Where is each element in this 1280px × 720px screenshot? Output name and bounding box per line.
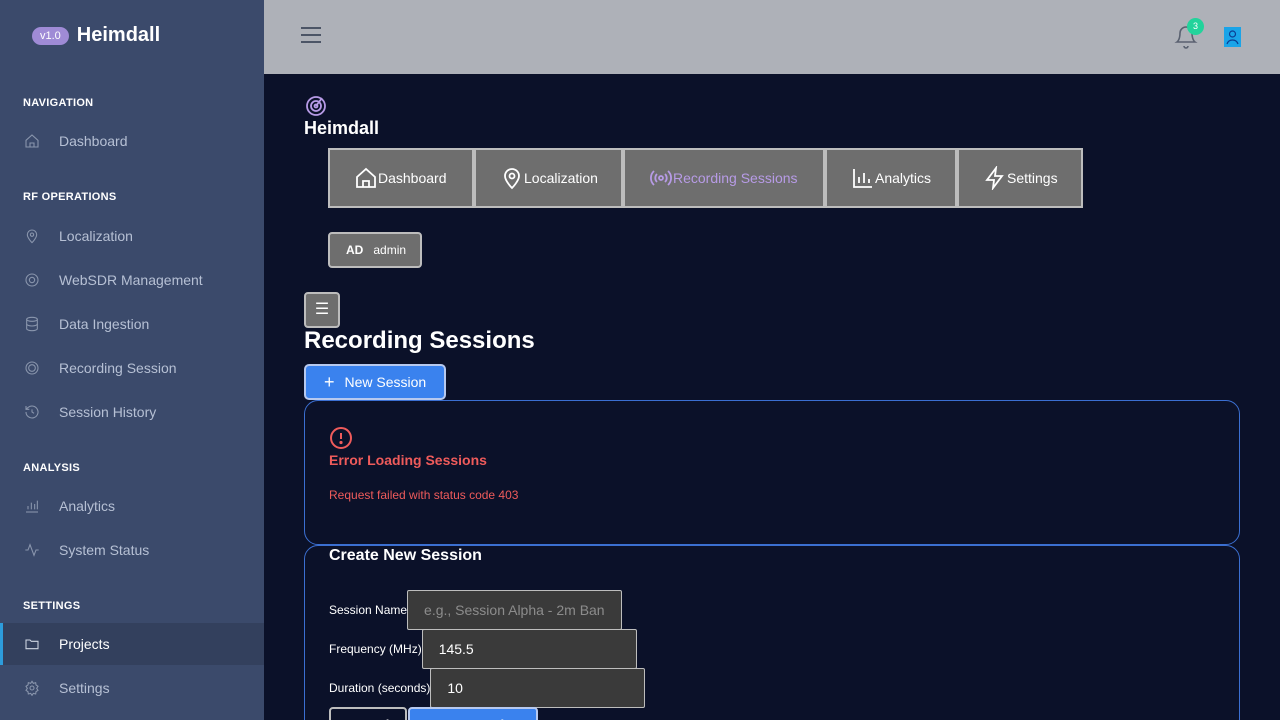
- app-title: Heimdall: [304, 118, 380, 138]
- new-session-button[interactable]: + New Session: [304, 364, 446, 400]
- database-icon: [26, 316, 38, 332]
- sidebar-item-label: System Status: [59, 542, 150, 558]
- brand[interactable]: v1.0 Heimdall: [32, 24, 160, 47]
- sidebar-item-session-history[interactable]: Session History: [0, 392, 264, 432]
- sidebar-item-dashboard[interactable]: Dashboard: [0, 121, 264, 161]
- user-icon: [1226, 30, 1239, 45]
- tab-dashboard[interactable]: Dashboard: [328, 148, 474, 208]
- error-message: Request failed with status code 403: [329, 488, 519, 502]
- alert-circle-icon: [330, 427, 352, 449]
- user-chip[interactable]: AD admin: [328, 232, 422, 268]
- user-name: admin: [373, 243, 407, 257]
- user-avatar-button[interactable]: [1224, 27, 1241, 47]
- sidebar-item-label: WebSDR Management: [59, 272, 203, 288]
- radio-icon: [25, 273, 39, 287]
- section-analysis: ANALYSIS: [23, 462, 81, 474]
- version-badge: v1.0: [32, 26, 69, 45]
- bar-chart-icon: [26, 500, 38, 513]
- tab-settings[interactable]: Settings: [957, 148, 1083, 208]
- duration-label: Duration (seconds): [329, 681, 431, 695]
- user-initials: AD: [346, 243, 364, 257]
- tab-label: Localization: [524, 170, 598, 186]
- tab-bar: Dashboard Localization Recording Session…: [328, 148, 1083, 208]
- sidebar-item-recording-session[interactable]: Recording Session: [0, 348, 264, 388]
- sidebar: v1.0 Heimdall NAVIGATION Dashboard RF OP…: [0, 0, 264, 720]
- sidebar-item-system-status[interactable]: System Status: [0, 530, 264, 570]
- error-card: Error Loading Sessions Request failed wi…: [304, 400, 1240, 545]
- duration-row: Duration (seconds): [329, 668, 646, 708]
- sidebar-item-data-ingestion[interactable]: Data Ingestion: [0, 304, 264, 344]
- hamburger-menu-icon[interactable]: [301, 27, 321, 45]
- activity-icon: [25, 543, 39, 557]
- history-icon: [25, 405, 39, 419]
- menu-toggle-button[interactable]: ☰: [304, 292, 340, 328]
- tab-label: Recording Sessions: [673, 170, 798, 186]
- frequency-label: Frequency (MHz): [329, 642, 422, 656]
- sidebar-item-label: Data Ingestion: [59, 316, 150, 332]
- plus-icon: +: [324, 372, 335, 392]
- duration-input[interactable]: [430, 668, 646, 708]
- gear-icon: [25, 680, 39, 696]
- frequency-input[interactable]: [421, 629, 637, 669]
- home-icon: [25, 134, 39, 148]
- sidebar-item-label: Analytics: [59, 498, 116, 514]
- home-icon: [356, 167, 376, 188]
- session-name-row: Session Name: [329, 590, 623, 630]
- sidebar-item-projects[interactable]: Projects: [0, 623, 264, 665]
- tab-label: Analytics: [875, 170, 932, 186]
- sidebar-item-settings[interactable]: Settings: [0, 668, 264, 708]
- sidebar-item-websdr[interactable]: WebSDR Management: [0, 260, 264, 300]
- create-session-button[interactable]: Create Session: [408, 707, 538, 720]
- section-rf-operations: RF OPERATIONS: [23, 191, 117, 203]
- frequency-row: Frequency (MHz): [329, 629, 637, 669]
- map-pin-icon: [504, 168, 520, 190]
- session-name-label: Session Name: [329, 603, 408, 617]
- cancel-button[interactable]: Cancel: [329, 707, 407, 720]
- sidebar-item-label: Recording Session: [59, 360, 177, 376]
- lightning-icon: [985, 166, 1004, 190]
- top-bar: 3: [264, 0, 1280, 74]
- tab-label: Dashboard: [378, 170, 447, 186]
- page-title: Recording Sessions: [304, 327, 535, 354]
- form-title: Create New Session: [329, 547, 482, 564]
- radar-icon: [306, 96, 326, 116]
- sidebar-item-label: Dashboard: [59, 133, 128, 149]
- record-icon: [25, 361, 39, 375]
- tab-localization[interactable]: Localization: [474, 148, 623, 208]
- sidebar-item-localization[interactable]: Localization: [0, 216, 264, 256]
- tab-recording-sessions[interactable]: Recording Sessions: [623, 148, 825, 208]
- folder-icon: [25, 639, 39, 650]
- error-title: Error Loading Sessions: [329, 452, 487, 468]
- section-navigation: NAVIGATION: [23, 97, 94, 109]
- sidebar-item-label: Session History: [59, 404, 157, 420]
- notification-badge: 3: [1187, 18, 1204, 35]
- tab-analytics[interactable]: Analytics: [825, 148, 957, 208]
- broadcast-icon: [650, 170, 672, 186]
- section-settings: SETTINGS: [23, 600, 81, 612]
- sidebar-item-label: Projects: [59, 636, 110, 652]
- create-session-form: Create New Session Session Name Frequenc…: [304, 545, 1240, 720]
- session-name-input[interactable]: [407, 590, 623, 630]
- sidebar-item-analytics[interactable]: Analytics: [0, 486, 264, 526]
- sidebar-item-label: Settings: [59, 680, 110, 696]
- new-session-label: New Session: [344, 374, 427, 390]
- tab-label: Settings: [1007, 170, 1058, 186]
- bar-chart-icon: [853, 169, 872, 188]
- brand-name: Heimdall: [76, 24, 161, 46]
- map-pin-icon: [26, 229, 38, 244]
- sidebar-item-label: Localization: [59, 228, 133, 244]
